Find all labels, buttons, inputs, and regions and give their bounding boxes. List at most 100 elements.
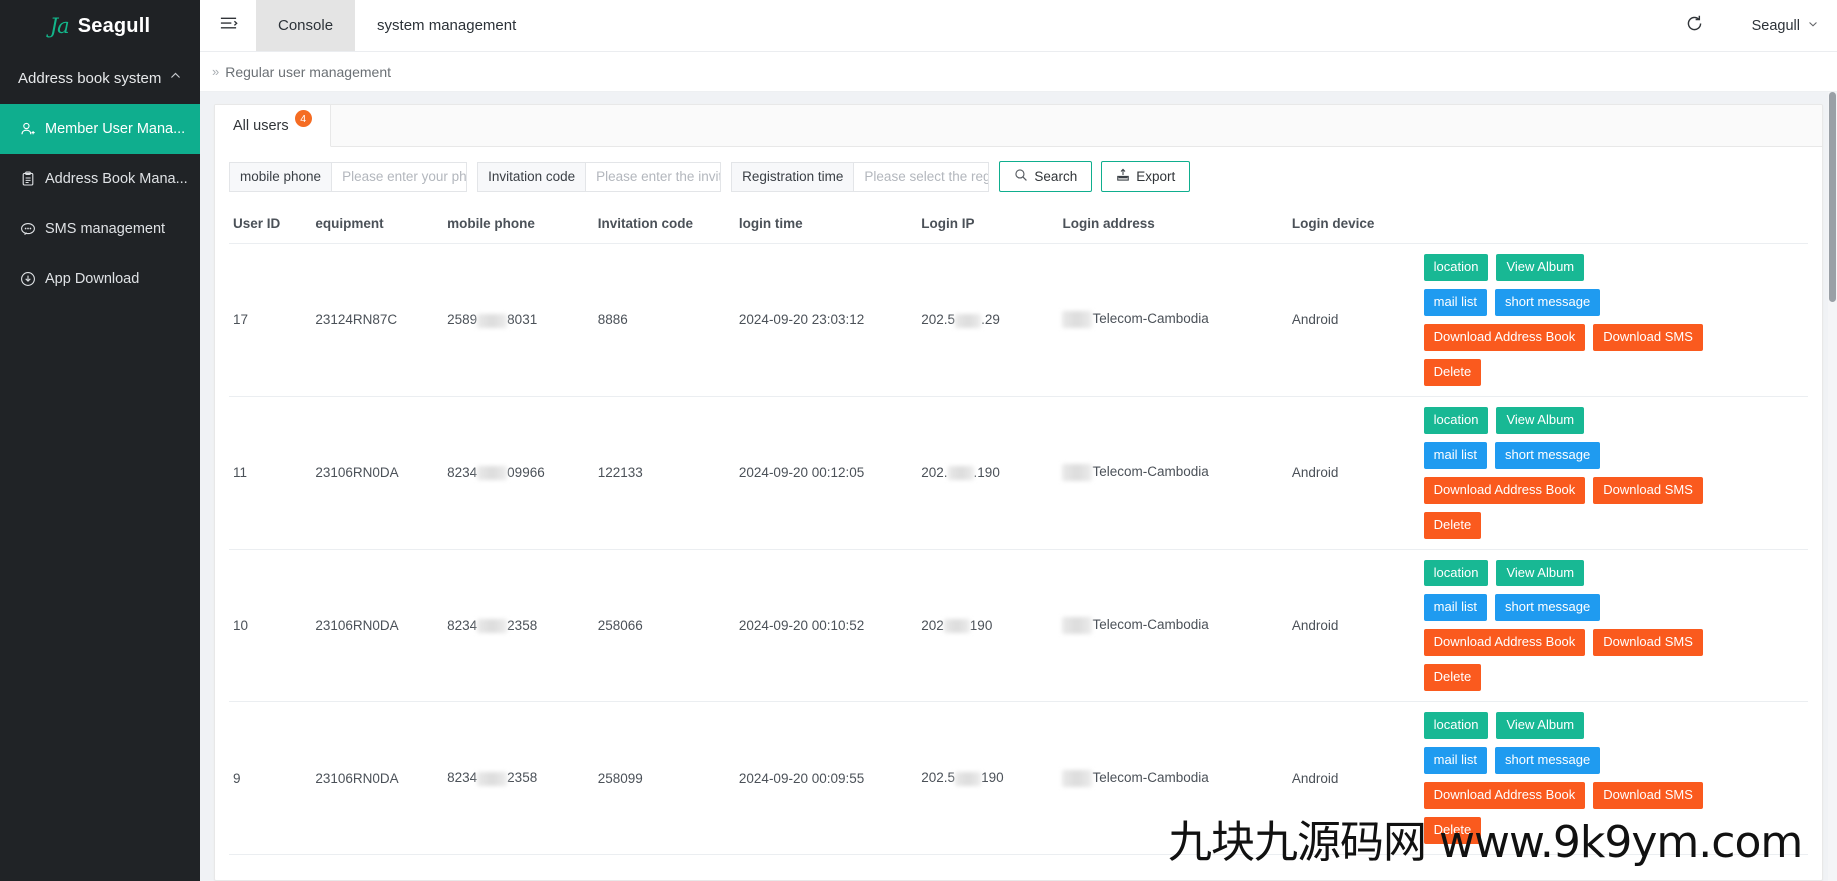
masked-region: xx — [1062, 464, 1093, 482]
action-button-row: location View Album — [1423, 712, 1585, 740]
action-location-button[interactable]: location — [1423, 254, 1489, 281]
topbar: Console system management Seagull — [200, 0, 1837, 52]
status-badge: 4 — [294, 110, 312, 127]
masked-digits: xxx — [477, 466, 508, 481]
action-button-row: location View Album — [1423, 254, 1585, 281]
cell-login-time: 2024-09-20 00:09:55 — [734, 701, 918, 855]
ip-prefix: 202.5 — [921, 770, 956, 786]
cell-mobile-phone: 8234xxx09966 — [443, 396, 594, 550]
action-download-address-book-button[interactable]: Download Address Book — [1423, 323, 1586, 351]
topbar-right-group: Seagull — [1661, 0, 1837, 51]
cell-login-address: xxTelecom-Cambodia — [1058, 243, 1288, 397]
registration-time-input[interactable]: Please select the registr — [853, 161, 990, 192]
action-short-message-button[interactable]: short message — [1494, 594, 1601, 622]
filter-registration-time-label: Registration time — [731, 161, 854, 192]
content-area: All users 4 mobile phone Please enter yo… — [200, 92, 1837, 881]
action-button-row: mail list short message — [1423, 747, 1601, 775]
top-tab-system-management[interactable]: system management — [355, 0, 538, 51]
cell-user-id: 11 — [229, 396, 312, 550]
cell-login-address: xxTelecom-Cambodia — [1058, 549, 1288, 703]
action-mail-list-button[interactable]: mail list — [1423, 288, 1487, 316]
col-mobile-phone: mobile phone — [443, 204, 594, 244]
refresh-icon — [1685, 14, 1704, 38]
cell-login-time: 2024-09-20 23:03:12 — [734, 243, 918, 397]
col-user-id: User ID — [229, 204, 312, 244]
ip-prefix: 202. — [921, 464, 948, 480]
action-location-button[interactable]: location — [1423, 559, 1489, 587]
cell-actions: location View Album mail list short message… — [1419, 243, 1808, 397]
cell-user-id: 17 — [229, 243, 312, 397]
sidebar-item-member-user-management[interactable]: Member User Mana... — [0, 104, 200, 154]
mobile-phone-input[interactable]: Please enter your phone — [331, 161, 468, 192]
tab-all-users[interactable]: All users 4 — [215, 105, 331, 147]
app-root: Ja Seagull Address book system Member Us… — [0, 0, 1837, 881]
table-row: 1123106RN0DA8234xxx099661221332024-09-20… — [229, 396, 1808, 550]
cell-login-ip: 202.5xx190 — [917, 701, 1059, 855]
sidebar-item-label: Address Book Mana... — [45, 171, 188, 187]
action-view-album-button[interactable]: View Album — [1496, 712, 1585, 740]
scrollbar-thumb[interactable] — [1829, 92, 1836, 302]
masked-octets: xx — [955, 313, 982, 328]
user-menu[interactable]: Seagull — [1728, 18, 1819, 34]
action-download-address-book-button[interactable]: Download Address Book — [1423, 629, 1586, 657]
action-short-message-button[interactable]: short message — [1494, 288, 1601, 316]
masked-octets: xx — [955, 771, 982, 786]
action-location-button[interactable]: location — [1423, 712, 1489, 740]
cell-login-device: Android — [1287, 549, 1420, 703]
cell-user-id: 9 — [229, 701, 312, 855]
action-delete-button[interactable]: Delete — [1423, 817, 1482, 844]
search-button[interactable]: Search — [999, 161, 1093, 192]
cell-equipment: 23124RN87C — [311, 243, 444, 397]
top-tab-console[interactable]: Console — [256, 0, 356, 51]
page-vertical-scrollbar[interactable] — [1828, 92, 1837, 881]
action-location-button[interactable]: location — [1423, 406, 1489, 434]
action-download-sms-button[interactable]: Download SMS — [1593, 629, 1703, 657]
table-row: 1723124RN87C2589xxx803188862024-09-20 23… — [229, 243, 1808, 397]
action-mail-list-button[interactable]: mail list — [1423, 594, 1487, 622]
sidebar-item-sms-management[interactable]: SMS management — [0, 204, 200, 254]
masked-octets: xx — [947, 466, 974, 481]
menu-collapse-button[interactable] — [200, 0, 256, 51]
action-delete-button[interactable]: Delete — [1423, 664, 1482, 692]
invitation-code-input[interactable]: Please enter the invitatio — [585, 161, 722, 192]
action-download-address-book-button[interactable]: Download Address Book — [1423, 476, 1586, 504]
action-download-sms-button[interactable]: Download SMS — [1593, 323, 1703, 351]
cell-actions: location View Album mail list short message… — [1419, 701, 1808, 855]
export-button[interactable]: Export — [1101, 161, 1191, 192]
sidebar-item-app-download[interactable]: App Download — [0, 254, 200, 304]
download-circle-icon — [20, 271, 36, 287]
phone-prefix: 8234 — [447, 770, 478, 786]
action-mail-list-button[interactable]: mail list — [1423, 441, 1487, 469]
ip-suffix: 190 — [969, 617, 993, 633]
action-short-message-button[interactable]: short message — [1494, 441, 1601, 469]
brand-logo-area[interactable]: Ja Seagull — [0, 0, 200, 52]
refresh-button[interactable] — [1661, 14, 1728, 38]
action-download-sms-button[interactable]: Download SMS — [1593, 476, 1703, 504]
filter-mobile-phone: mobile phone Please enter your phone — [229, 161, 468, 192]
sidebar-item-address-book-management[interactable]: Address Book Mana... — [0, 154, 200, 204]
sidebar-group-label: Address book system — [18, 69, 162, 87]
cell-invitation-code: 258099 — [593, 701, 735, 855]
card-tabs-filler — [330, 105, 1822, 146]
sidebar: Ja Seagull Address book system Member Us… — [0, 0, 200, 881]
action-delete-button[interactable]: Delete — [1423, 358, 1482, 386]
users-table-body: 1723124RN87C2589xxx803188862024-09-20 23… — [229, 243, 1808, 855]
action-button-row: mail list short message — [1423, 594, 1601, 622]
action-view-album-button[interactable]: View Album — [1496, 254, 1585, 281]
action-button-row: Download Address Book Download SMS — [1423, 476, 1703, 504]
action-download-sms-button[interactable]: Download SMS — [1593, 782, 1703, 810]
action-delete-button[interactable]: Delete — [1423, 511, 1482, 539]
cell-login-device: Android — [1287, 396, 1420, 550]
breadcrumb-title: Regular user management — [225, 63, 391, 80]
table-header-row: User ID equipment mobile phone Invitatio… — [229, 204, 1808, 244]
users-table-head: User ID equipment mobile phone Invitatio… — [229, 204, 1808, 244]
action-button-row: Delete — [1423, 817, 1482, 844]
action-view-album-button[interactable]: View Album — [1496, 559, 1585, 587]
action-view-album-button[interactable]: View Album — [1496, 406, 1585, 434]
action-download-address-book-button[interactable]: Download Address Book — [1423, 782, 1586, 810]
user-menu-label: Seagull — [1751, 17, 1800, 34]
action-button-row: location View Album — [1423, 559, 1585, 587]
action-short-message-button[interactable]: short message — [1494, 747, 1601, 775]
action-mail-list-button[interactable]: mail list — [1423, 747, 1487, 775]
sidebar-group-address-book-system[interactable]: Address book system — [0, 52, 200, 104]
